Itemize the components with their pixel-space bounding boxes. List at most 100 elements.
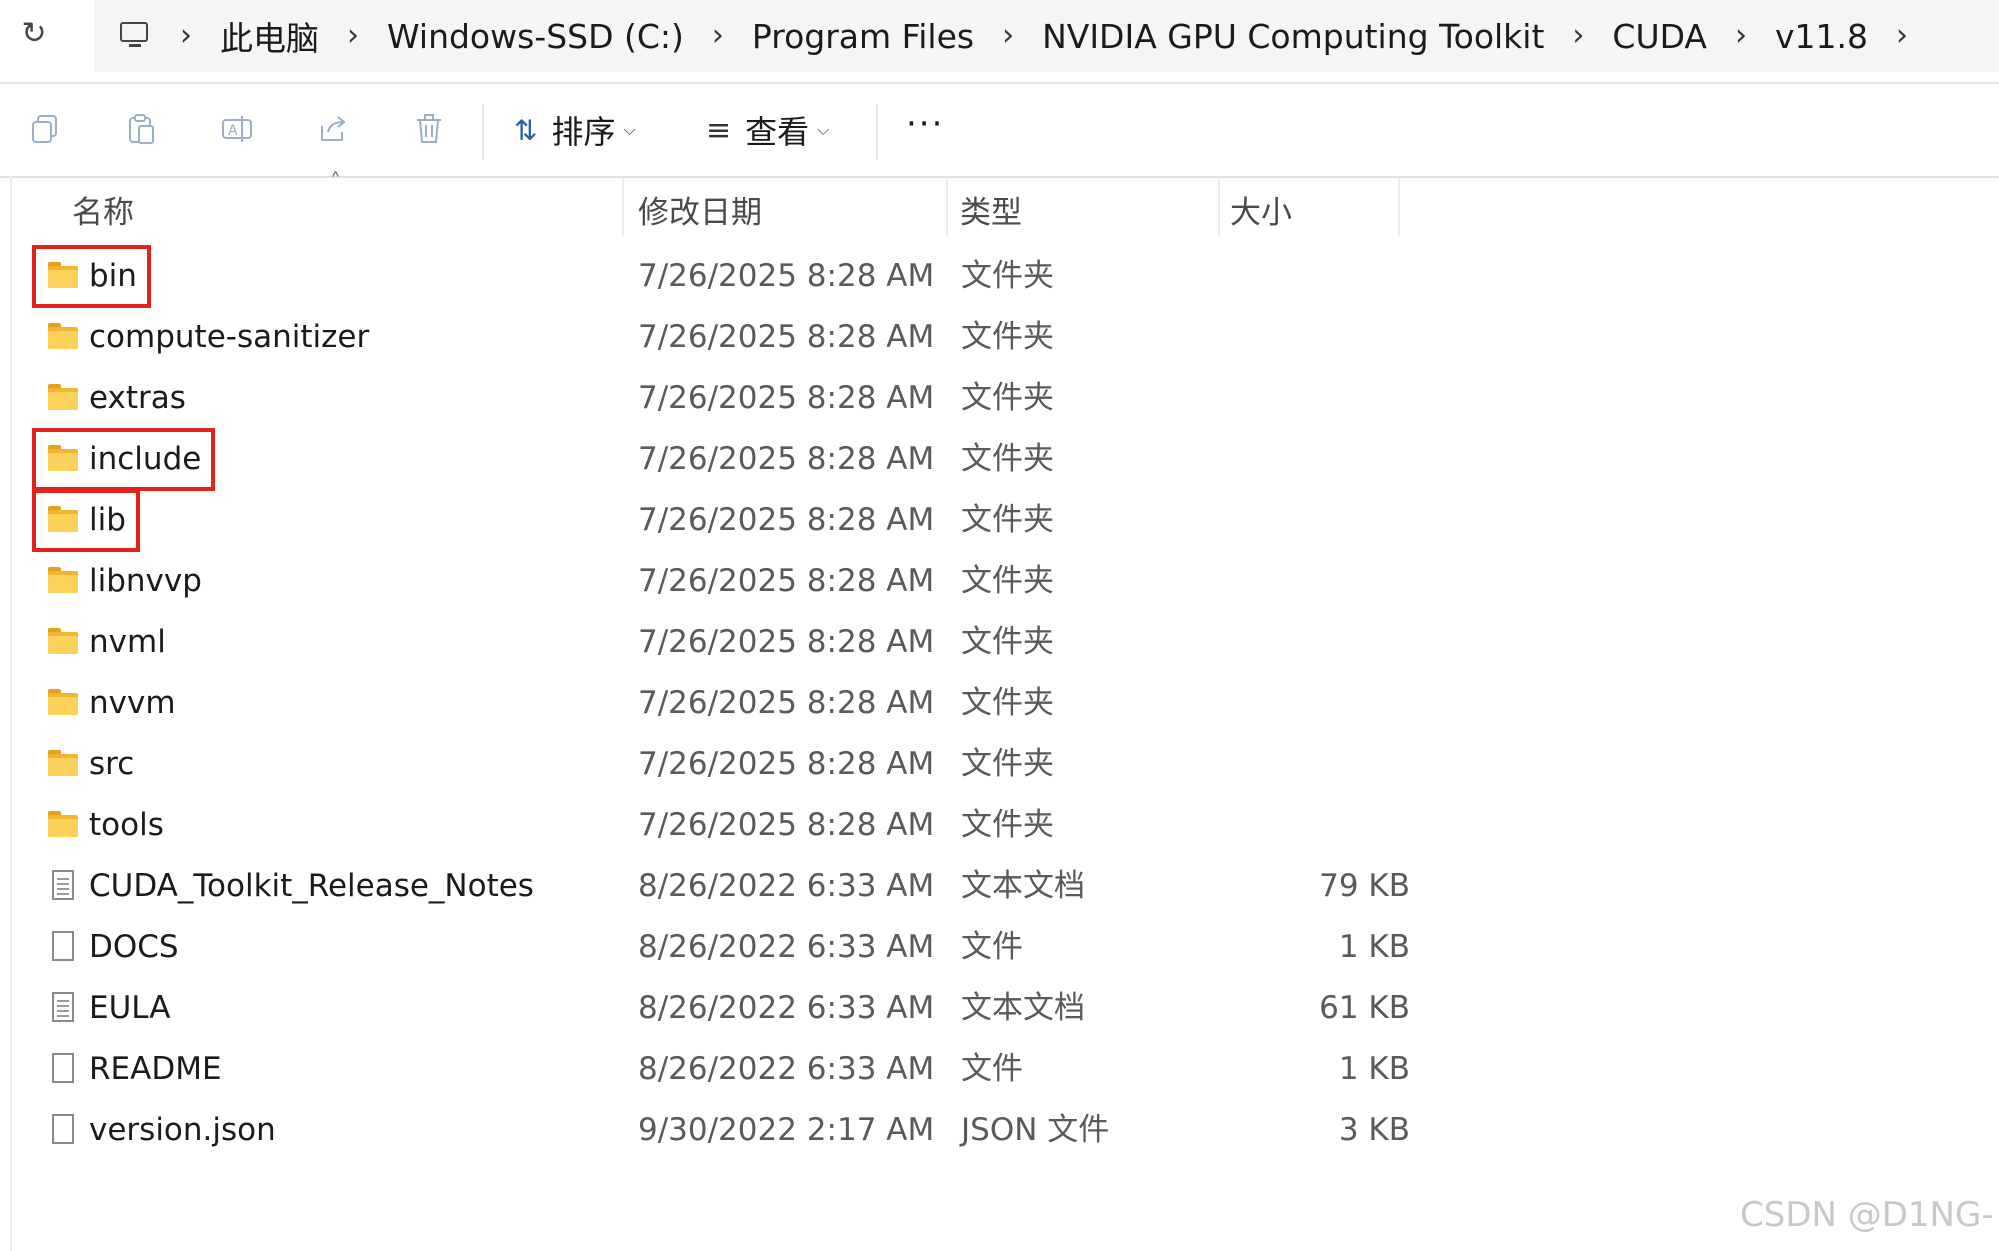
breadcrumb-item[interactable]: CUDA bbox=[1612, 17, 1707, 56]
chevron-right-icon[interactable]: › bbox=[180, 21, 192, 51]
file-name: src bbox=[89, 746, 135, 782]
folder-icon bbox=[48, 809, 78, 839]
view-label: 查看 bbox=[745, 113, 810, 151]
file-type: 文件夹 bbox=[961, 563, 1054, 599]
file-date: 8/26/2022 6:33 AM bbox=[638, 868, 935, 904]
column-header-type[interactable]: 类型 bbox=[960, 186, 1022, 240]
chevron-right-icon[interactable]: › bbox=[712, 21, 724, 51]
file-name: tools bbox=[89, 807, 164, 843]
file-row[interactable]: bin 7/26/2025 8:28 AM 文件夹 bbox=[28, 246, 1408, 307]
file-size: 1 KB bbox=[1338, 929, 1410, 965]
file-row[interactable]: libnvvp 7/26/2025 8:28 AM 文件夹 bbox=[28, 551, 1408, 612]
chevron-right-icon[interactable]: › bbox=[1572, 21, 1584, 51]
computer-icon[interactable] bbox=[118, 22, 152, 50]
file-type: 文本文档 bbox=[961, 990, 1085, 1026]
highlight-box bbox=[32, 428, 215, 491]
file-type: 文件 bbox=[961, 1051, 1023, 1087]
column-divider[interactable] bbox=[1218, 178, 1220, 236]
refresh-icon[interactable]: ↻ bbox=[14, 14, 54, 54]
chevron-right-icon[interactable]: › bbox=[347, 21, 359, 51]
file-type: 文件夹 bbox=[961, 685, 1054, 721]
highlight-box bbox=[32, 245, 151, 308]
file-row[interactable]: tools 7/26/2025 8:28 AM 文件夹 bbox=[28, 795, 1408, 856]
file-row[interactable]: src 7/26/2025 8:28 AM 文件夹 bbox=[28, 734, 1408, 795]
file-row[interactable]: lib 7/26/2025 8:28 AM 文件夹 bbox=[28, 490, 1408, 551]
chevron-right-icon[interactable]: › bbox=[1002, 21, 1014, 51]
chevron-right-icon[interactable]: › bbox=[1735, 21, 1747, 51]
file-name: README bbox=[89, 1051, 222, 1087]
more-options-button[interactable]: ··· bbox=[906, 104, 944, 144]
file-name: nvvm bbox=[89, 685, 176, 721]
file-row[interactable]: version.json 9/30/2022 2:17 AM JSON 文件 3 KB bbox=[28, 1100, 1410, 1161]
file-date: 7/26/2025 8:28 AM bbox=[638, 441, 935, 477]
delete-icon[interactable] bbox=[412, 112, 446, 146]
breadcrumb-item[interactable]: Windows-SSD (C:) bbox=[387, 17, 684, 56]
view-button[interactable]: ≡ 查看 ⌵ bbox=[706, 106, 829, 154]
folder-icon bbox=[48, 321, 78, 351]
address-bar: ↻ › 此电脑 › Windows-SSD (C:) › Program Fil… bbox=[0, 0, 1999, 84]
file-name: libnvvp bbox=[89, 563, 202, 599]
share-icon[interactable] bbox=[316, 112, 350, 146]
file-size: 61 KB bbox=[1319, 990, 1410, 1026]
view-icon: ≡ bbox=[706, 112, 732, 148]
column-divider[interactable] bbox=[946, 178, 948, 236]
file-row[interactable]: EULA 8/26/2022 6:33 AM 文本文档 61 KB bbox=[28, 978, 1410, 1039]
rename-icon[interactable]: A bbox=[220, 112, 254, 146]
file-row[interactable]: extras 7/26/2025 8:28 AM 文件夹 bbox=[28, 368, 1408, 429]
file-row[interactable]: nvml 7/26/2025 8:28 AM 文件夹 bbox=[28, 612, 1408, 673]
file-name: extras bbox=[89, 380, 186, 416]
sort-label: 排序 bbox=[551, 113, 616, 151]
breadcrumb-item[interactable]: 此电脑 bbox=[220, 12, 319, 60]
breadcrumb-item[interactable]: NVIDIA GPU Computing Toolkit bbox=[1042, 17, 1544, 56]
column-header-date[interactable]: 修改日期 bbox=[638, 186, 762, 240]
file-row[interactable]: compute-sanitizer 7/26/2025 8:28 AM 文件夹 bbox=[28, 307, 1408, 368]
file-type: 文件夹 bbox=[961, 258, 1054, 294]
sort-button[interactable]: ⇅ 排序 ⌵ bbox=[514, 106, 636, 154]
chevron-right-icon[interactable]: › bbox=[1896, 21, 1908, 51]
folder-icon bbox=[48, 565, 78, 595]
toolbar-divider bbox=[482, 104, 484, 160]
breadcrumb-item[interactable]: Program Files bbox=[752, 17, 974, 56]
file-date: 7/26/2025 8:28 AM bbox=[638, 685, 935, 721]
file-name: version.json bbox=[89, 1112, 276, 1148]
file-type: 文件夹 bbox=[961, 319, 1054, 355]
column-header-name[interactable]: 名称 bbox=[72, 186, 134, 240]
sort-icon: ⇅ bbox=[514, 113, 538, 147]
copy-icon[interactable] bbox=[28, 112, 62, 146]
column-divider[interactable] bbox=[1398, 178, 1400, 236]
file-name: DOCS bbox=[89, 929, 179, 965]
paste-icon[interactable] bbox=[124, 112, 158, 146]
folder-icon bbox=[48, 748, 78, 778]
file-name: nvml bbox=[89, 624, 166, 660]
file-name: EULA bbox=[89, 990, 171, 1026]
file-type: 文件 bbox=[961, 929, 1023, 965]
file-row[interactable]: include 7/26/2025 8:28 AM 文件夹 bbox=[28, 429, 1408, 490]
navigation-pane-edge[interactable] bbox=[0, 176, 12, 1251]
file-date: 7/26/2025 8:28 AM bbox=[638, 563, 935, 599]
file-size: 79 KB bbox=[1319, 868, 1410, 904]
file-row[interactable]: README 8/26/2022 6:33 AM 文件 1 KB bbox=[28, 1039, 1410, 1100]
file-date: 7/26/2025 8:28 AM bbox=[638, 807, 935, 843]
file-date: 7/26/2025 8:28 AM bbox=[638, 746, 935, 782]
folder-icon bbox=[48, 626, 78, 656]
file-size: 1 KB bbox=[1338, 1051, 1410, 1087]
watermark: CSDN @D1NG- bbox=[1740, 1195, 1994, 1235]
breadcrumb-item[interactable]: v11.8 bbox=[1775, 17, 1868, 56]
chevron-down-icon: ⌵ bbox=[623, 120, 636, 139]
file-date: 8/26/2022 6:33 AM bbox=[638, 1051, 935, 1087]
file-size: 3 KB bbox=[1338, 1112, 1410, 1148]
file-date: 7/26/2025 8:28 AM bbox=[638, 380, 935, 416]
file-date: 7/26/2025 8:28 AM bbox=[638, 502, 935, 538]
file-icon bbox=[52, 1114, 74, 1144]
file-row[interactable]: CUDA_Toolkit_Release_Notes 8/26/2022 6:33… bbox=[28, 856, 1410, 917]
highlight-box bbox=[32, 489, 140, 552]
chevron-down-icon: ⌵ bbox=[817, 120, 830, 139]
file-date: 7/26/2025 8:28 AM bbox=[638, 258, 935, 294]
file-row[interactable]: nvvm 7/26/2025 8:28 AM 文件夹 bbox=[28, 673, 1408, 734]
file-name: CUDA_Toolkit_Release_Notes bbox=[89, 868, 534, 904]
column-header-size[interactable]: 大小 bbox=[1230, 186, 1292, 240]
breadcrumb[interactable]: › 此电脑 › Windows-SSD (C:) › Program Files… bbox=[94, 0, 1999, 72]
column-divider[interactable] bbox=[622, 178, 624, 236]
file-row[interactable]: DOCS 8/26/2022 6:33 AM 文件 1 KB bbox=[28, 917, 1410, 978]
file-type: 文件夹 bbox=[961, 746, 1054, 782]
